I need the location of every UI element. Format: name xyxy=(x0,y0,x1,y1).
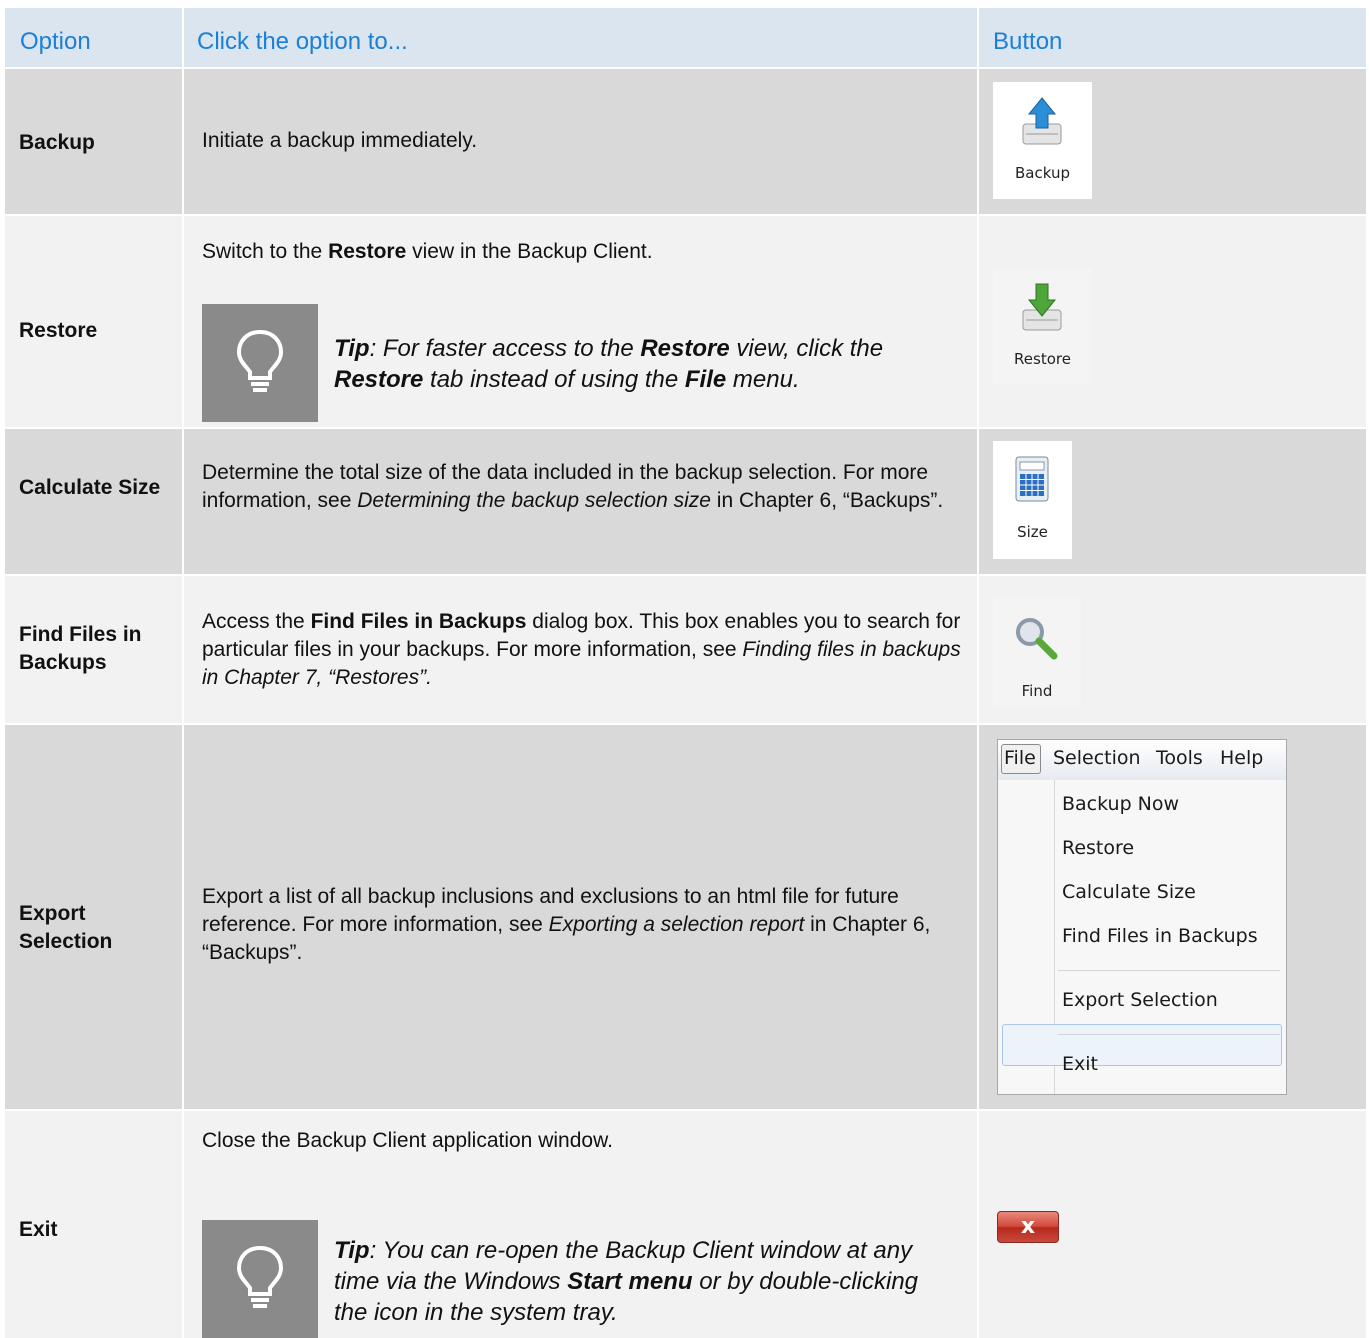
table-row-size: Calculate Size Determine the total size … xyxy=(5,429,1366,574)
option-restore: Restore xyxy=(19,319,98,342)
header-option: Option xyxy=(20,28,91,55)
desc-exit: Close the Backup Client application wind… xyxy=(202,1129,613,1152)
menu-item-exit[interactable]: Exit xyxy=(1062,1053,1098,1075)
tip-box xyxy=(202,1220,318,1338)
tip-exit: Tip: You can re-open the Backup Client w… xyxy=(202,1220,962,1338)
tip-text-restore: Tip: For faster access to the Restore vi… xyxy=(334,335,884,393)
restore-button[interactable]: Restore xyxy=(993,268,1092,384)
close-button[interactable]: x xyxy=(997,1211,1059,1243)
backup-upload-icon xyxy=(1022,97,1062,145)
backup-button-label: Backup xyxy=(1015,164,1070,182)
desc-export: Export a list of all backup inclusions a… xyxy=(202,885,931,964)
size-button[interactable]: Size xyxy=(993,441,1072,559)
file-menu-screenshot: File Selection Tools Help Backup Now Res… xyxy=(997,739,1287,1095)
table-row-backup: Backup Initiate a backup immediately. Ba… xyxy=(5,69,1366,214)
restore-button-label: Restore xyxy=(1014,350,1071,368)
option-backup: Backup xyxy=(19,131,95,154)
header-button: Button xyxy=(993,28,1063,55)
find-button[interactable]: Find xyxy=(993,596,1081,708)
menu-item-find-files[interactable]: Find Files in Backups xyxy=(1062,925,1258,947)
menu-selection[interactable]: Selection xyxy=(1053,747,1141,769)
tip-box xyxy=(202,304,318,422)
backup-button[interactable]: Backup xyxy=(993,82,1092,199)
menu-item-highlight xyxy=(1002,1024,1282,1066)
table-header: Option Click the option to... Button xyxy=(5,8,1366,67)
desc-restore: Switch to the Restore view in the Backup… xyxy=(202,240,653,263)
restore-download-icon xyxy=(1022,283,1062,331)
option-calculate-size: Calculate Size xyxy=(19,476,161,499)
menu-item-export-selection[interactable]: Export Selection xyxy=(1062,989,1218,1011)
table-row-export: Export Selection Export a list of all ba… xyxy=(5,725,1366,1109)
menu-item-calculate-size[interactable]: Calculate Size xyxy=(1062,881,1196,903)
desc-backup: Initiate a backup immediately. xyxy=(202,129,478,152)
menu-item-restore[interactable]: Restore xyxy=(1062,837,1134,859)
header-click-option: Click the option to... xyxy=(197,28,408,55)
option-exit: Exit xyxy=(19,1218,58,1241)
menu-bar: File Selection Tools Help xyxy=(998,740,1286,780)
size-button-label: Size xyxy=(1017,523,1048,541)
option-find-files: Find Files in Backups xyxy=(19,623,142,674)
lightbulb-icon xyxy=(236,329,284,392)
menu-file[interactable]: File xyxy=(1004,747,1036,769)
tip-restore: Tip: For faster access to the Restore vi… xyxy=(202,304,962,422)
find-button-label: Find xyxy=(1021,682,1053,700)
table-row-exit: Exit Close the Backup Client application… xyxy=(5,1111,1366,1338)
magnifier-icon xyxy=(1016,618,1058,660)
menu-dropdown: Backup Now Restore Calculate Size Find F… xyxy=(998,780,1286,1094)
lightbulb-icon xyxy=(236,1245,284,1308)
menu-separator xyxy=(1058,1034,1280,1035)
menu-help[interactable]: Help xyxy=(1220,747,1263,769)
desc-size: Determine the total size of the data inc… xyxy=(202,461,944,512)
tip-text-exit: Tip: You can re-open the Backup Client w… xyxy=(334,1237,919,1326)
close-icon: x xyxy=(1020,1214,1036,1239)
menu-item-backup-now[interactable]: Backup Now xyxy=(1062,793,1179,815)
desc-find: Access the Find Files in Backups dialog … xyxy=(202,610,961,689)
menu-separator xyxy=(1058,970,1280,971)
table-row-restore: Restore Switch to the Restore view in th… xyxy=(5,216,1366,427)
menu-tools[interactable]: Tools xyxy=(1156,747,1203,769)
calculator-icon xyxy=(1015,456,1049,502)
option-export-selection: Export Selection xyxy=(19,902,113,953)
table-row-find: Find Files in Backups Access the Find Fi… xyxy=(5,576,1366,723)
